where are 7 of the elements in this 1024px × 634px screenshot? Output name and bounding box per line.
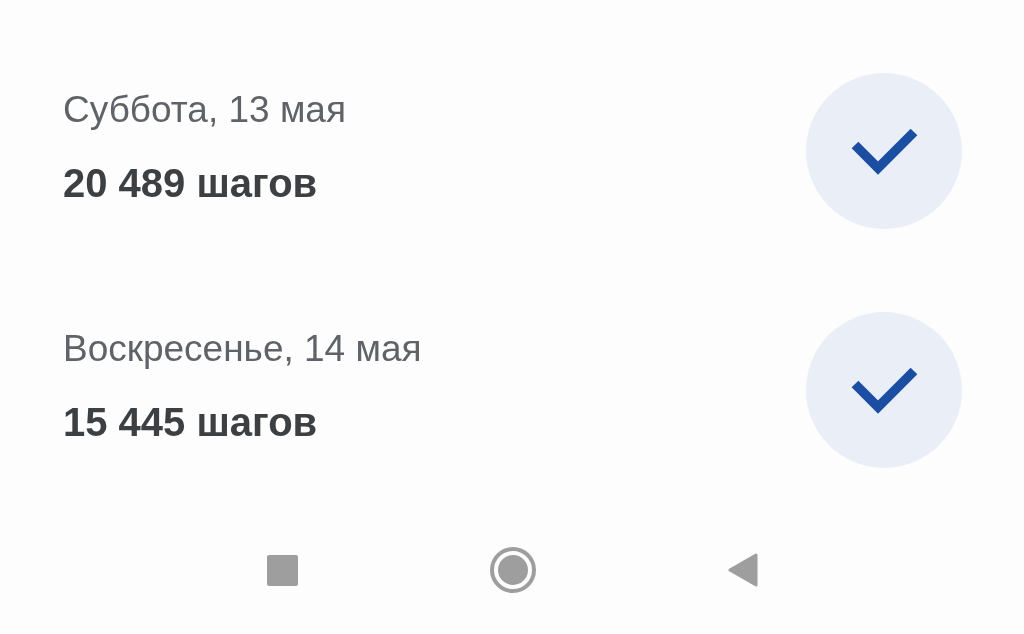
- step-count: 20 489 шагов: [63, 160, 319, 205]
- day-date: Воскресенье, 14 мая: [63, 326, 422, 371]
- recents-icon[interactable]: [266, 554, 298, 586]
- step-count: 15 445 шагов: [63, 399, 319, 444]
- back-icon[interactable]: [727, 553, 758, 587]
- home-icon[interactable]: [489, 547, 536, 593]
- day-date: Суббота, 13 мая: [63, 87, 346, 132]
